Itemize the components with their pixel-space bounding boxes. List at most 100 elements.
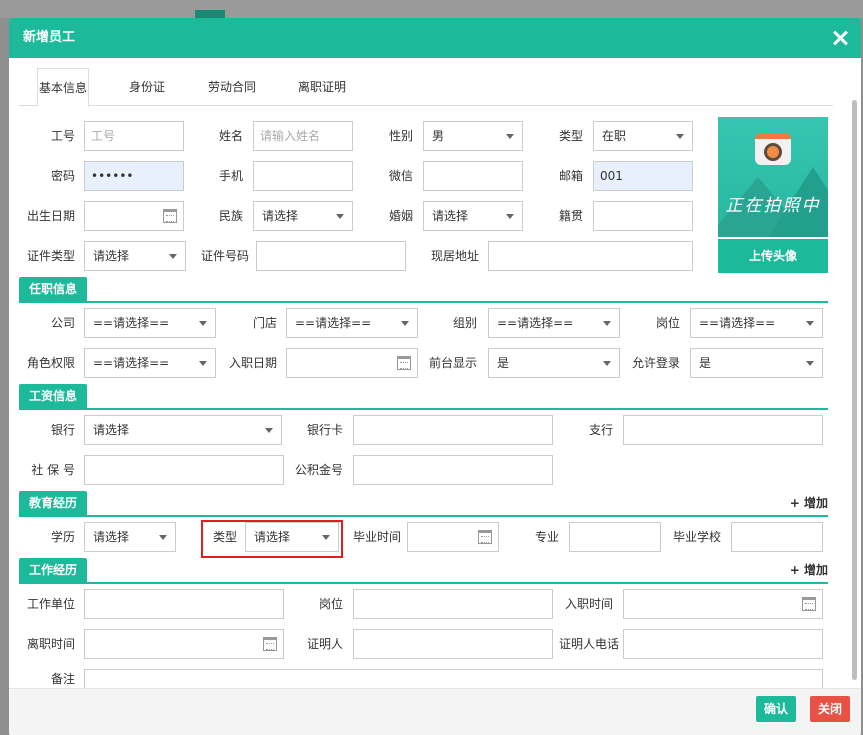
highlight-box — [201, 520, 343, 558]
close-icon[interactable] — [829, 27, 851, 49]
chevron-down-icon — [603, 361, 611, 366]
label-type: 类型 — [558, 129, 583, 143]
work-unit-input[interactable] — [84, 589, 284, 619]
password-input[interactable]: •••••• — [84, 161, 184, 191]
degree-select[interactable]: 请选择 — [84, 522, 176, 552]
witness-input[interactable] — [353, 629, 553, 659]
witness-phone-input[interactable] — [623, 629, 823, 659]
group-select[interactable]: ==请选择== — [488, 308, 620, 338]
section-job-info: 任职信息 — [19, 277, 828, 303]
gender-value: 男 — [432, 129, 445, 143]
calendar-icon[interactable] — [163, 209, 177, 223]
employee-no-input[interactable]: 工号 — [84, 121, 184, 151]
id-type-value: 请选择 — [93, 249, 130, 263]
tab-resignation[interactable]: 离职证明 — [287, 68, 357, 106]
close-button[interactable]: 关闭 — [810, 696, 851, 722]
label-school: 毕业学校 — [672, 530, 721, 544]
role-select[interactable]: ==请选择== — [84, 348, 216, 378]
chevron-down-icon — [506, 214, 514, 219]
entry-date-input[interactable] — [286, 348, 418, 378]
label-graduation-time: 毕业时间 — [352, 530, 401, 544]
section-title: 工作经历 — [19, 558, 88, 582]
label-bank-card: 银行卡 — [306, 423, 343, 437]
origin-input[interactable] — [593, 201, 693, 231]
label-group: 组别 — [452, 316, 477, 330]
email-input[interactable]: 001 — [593, 161, 693, 191]
add-education-button[interactable]: + 增加 — [790, 491, 828, 515]
tab-basic-info[interactable]: 基本信息 — [37, 68, 89, 107]
type-select[interactable]: 在职 — [593, 121, 693, 151]
id-number-input[interactable] — [256, 241, 406, 271]
leave-time-input[interactable] — [84, 629, 284, 659]
calendar-icon[interactable] — [397, 356, 411, 370]
phone-input[interactable] — [253, 161, 353, 191]
chevron-down-icon — [603, 321, 611, 326]
name-input[interactable]: 请输入姓名 — [253, 121, 353, 151]
label-store: 门店 — [252, 316, 277, 330]
front-display-value: 是 — [497, 356, 510, 370]
scrollbar[interactable] — [852, 100, 857, 680]
post-value: ==请选择== — [699, 316, 776, 330]
bank-card-input[interactable] — [353, 415, 553, 445]
calendar-icon[interactable] — [263, 637, 277, 651]
chevron-down-icon — [401, 321, 409, 326]
label-employee-no: 工号 — [50, 129, 75, 143]
section-education: 教育经历 + 增加 — [19, 491, 828, 517]
work-entry-input[interactable] — [623, 589, 823, 619]
remark-textarea[interactable] — [84, 669, 823, 688]
major-input[interactable] — [569, 522, 661, 552]
type-value: 在职 — [602, 129, 627, 143]
label-social-security: 社 保 号 — [31, 463, 75, 477]
marriage-select[interactable]: 请选择 — [423, 201, 523, 231]
school-input[interactable] — [731, 522, 823, 552]
label-degree: 学历 — [50, 530, 75, 544]
label-work-post: 岗位 — [318, 597, 343, 611]
confirm-button[interactable]: 确认 — [756, 696, 797, 722]
wechat-input[interactable] — [423, 161, 523, 191]
label-origin: 籍贯 — [558, 209, 583, 223]
label-marriage: 婚姻 — [388, 209, 413, 223]
label-work-entry: 入职时间 — [564, 597, 613, 611]
address-input[interactable] — [488, 241, 693, 271]
birth-date-input[interactable] — [84, 201, 184, 231]
id-type-select[interactable]: 请选择 — [84, 241, 186, 271]
gender-select[interactable]: 男 — [423, 121, 523, 151]
chevron-down-icon — [199, 361, 207, 366]
calendar-icon[interactable] — [478, 530, 492, 544]
lens-icon — [764, 143, 782, 161]
add-work-button[interactable]: + 增加 — [790, 558, 828, 582]
dialog-body: 基本信息 身份证 劳动合同 离职证明 工号 工号 姓名 请输入姓名 性别 男 类… — [9, 58, 861, 688]
tab-labor-contract[interactable]: 劳动合同 — [197, 68, 267, 106]
store-select[interactable]: ==请选择== — [286, 308, 418, 338]
role-value: ==请选择== — [93, 356, 170, 370]
chevron-down-icon — [806, 321, 814, 326]
work-post-input[interactable] — [353, 589, 553, 619]
label-branch: 支行 — [588, 423, 613, 437]
chevron-down-icon — [159, 535, 167, 540]
label-witness: 证明人 — [306, 637, 343, 651]
label-company: 公司 — [50, 316, 75, 330]
label-address: 现居地址 — [430, 249, 479, 263]
upload-avatar-button[interactable]: 上传头像 — [718, 239, 828, 273]
label-remark: 备注 — [50, 672, 75, 686]
label-id-type: 证件类型 — [26, 249, 75, 263]
front-display-select[interactable]: 是 — [488, 348, 620, 378]
housing-fund-input[interactable] — [353, 455, 553, 485]
branch-input[interactable] — [623, 415, 823, 445]
ethnic-select[interactable]: 请选择 — [253, 201, 353, 231]
allow-login-select[interactable]: 是 — [690, 348, 823, 378]
tab-id-card[interactable]: 身份证 — [119, 68, 175, 106]
bank-select[interactable]: 请选择 — [84, 415, 282, 445]
social-security-input[interactable] — [84, 455, 284, 485]
photo-caption: 正在拍照中 — [725, 196, 821, 216]
tab-bar: 基本信息 身份证 劳动合同 离职证明 — [19, 68, 833, 107]
store-value: ==请选择== — [295, 316, 372, 330]
post-select[interactable]: ==请选择== — [690, 308, 823, 338]
company-select[interactable]: ==请选择== — [84, 308, 216, 338]
section-title: 教育经历 — [19, 491, 88, 515]
chevron-down-icon — [169, 254, 177, 259]
graduation-time-input[interactable] — [407, 522, 499, 552]
section-title: 工资信息 — [19, 384, 88, 408]
calendar-icon[interactable] — [802, 597, 816, 611]
chevron-down-icon — [336, 214, 344, 219]
